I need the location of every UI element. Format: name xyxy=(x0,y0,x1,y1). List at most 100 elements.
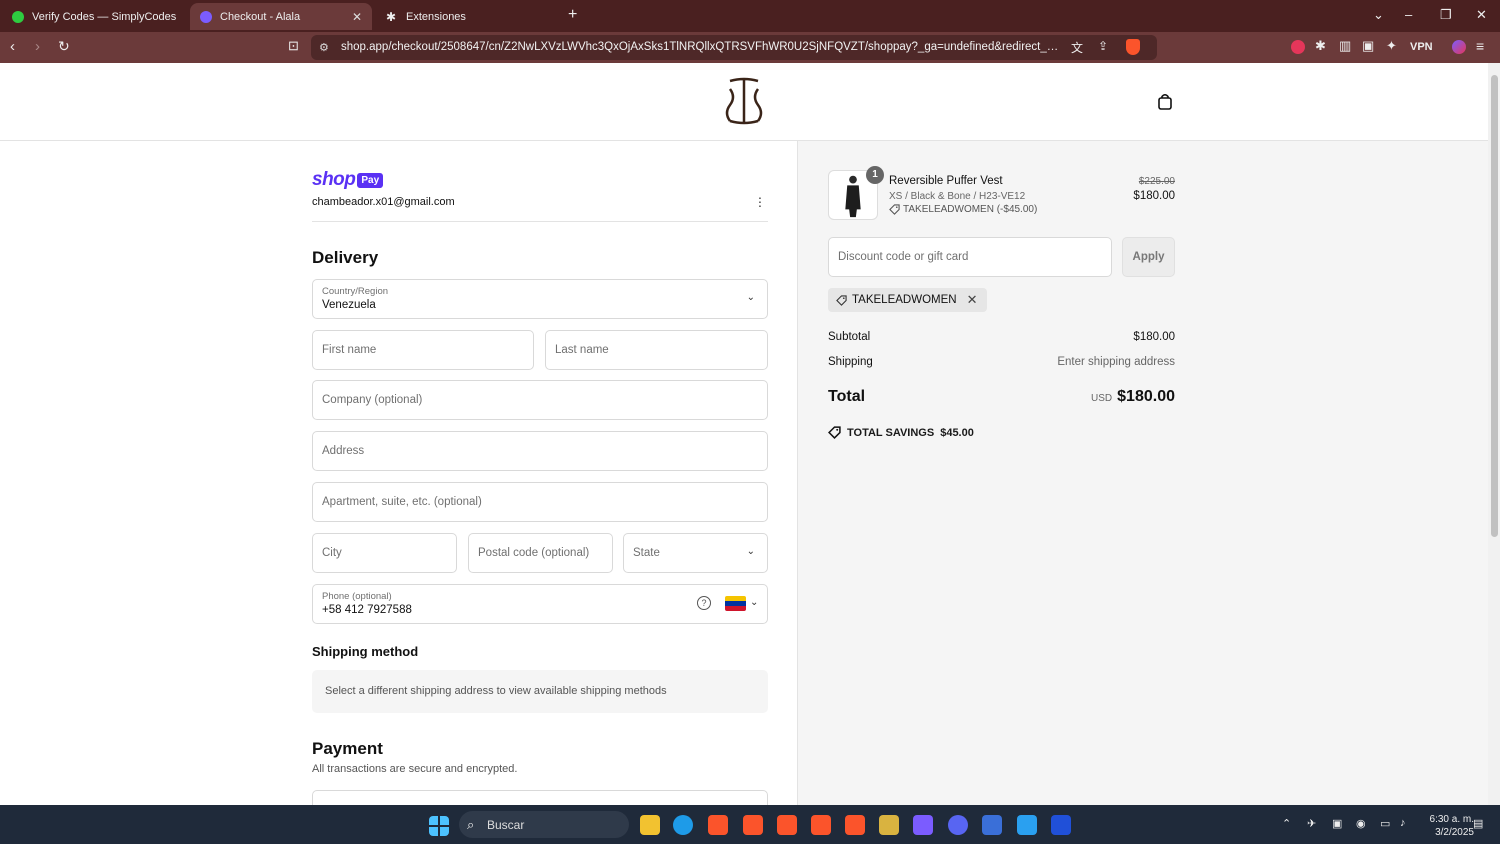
address-input[interactable]: Address xyxy=(312,431,768,471)
state-select[interactable]: State ⌄ xyxy=(623,533,768,573)
placeholder: Company (optional) xyxy=(322,394,423,406)
browser-tab-bar: Verify Codes — SimplyCodes Checkout - Al… xyxy=(0,0,1500,32)
extensions-puzzle-icon[interactable]: ✱ xyxy=(1315,38,1326,54)
edge-icon[interactable] xyxy=(673,815,693,835)
pen-app-icon[interactable] xyxy=(913,815,933,835)
windows-taskbar: ⌕ Buscar ⌃ ✈ ▣ ◉ ▭ ♪ 6:30 a. m. 3/2/2025… xyxy=(0,805,1500,844)
close-window-icon[interactable]: ✕ xyxy=(1476,7,1487,23)
payment-heading: Payment xyxy=(312,739,383,758)
more-options-icon[interactable]: · · · xyxy=(756,190,764,212)
reload-icon[interactable]: ↻ xyxy=(58,38,70,55)
total-savings: TOTAL SAVINGS $45.00 xyxy=(828,426,974,439)
volume-icon[interactable]: ♪ xyxy=(1400,817,1406,829)
country-label: Country/Region xyxy=(322,286,389,297)
extension-icon[interactable] xyxy=(1291,40,1305,54)
wallet-icon[interactable]: ▣ xyxy=(1362,38,1374,54)
tab-list-chevron-icon[interactable]: ⌄ xyxy=(1373,7,1384,23)
taskbar-search[interactable]: ⌕ Buscar xyxy=(459,811,629,838)
checkout-page: shop Pay chambeador.x01@gmail.com · · · De… xyxy=(0,63,1488,805)
system-clock[interactable]: 6:30 a. m. 3/2/2025 xyxy=(1418,813,1474,839)
chevron-down-icon[interactable]: ⌄ xyxy=(750,597,758,608)
back-icon[interactable]: ‹ xyxy=(10,38,15,55)
scrollbar-thumb[interactable] xyxy=(1491,75,1498,537)
windows-start-icon[interactable] xyxy=(429,816,449,836)
card-number-input[interactable] xyxy=(312,790,768,805)
profile-icon[interactable] xyxy=(1452,40,1466,54)
tray-chevron-icon[interactable]: ⌃ xyxy=(1282,817,1291,830)
brave-icon[interactable] xyxy=(708,815,728,835)
phone-input[interactable]: Phone (optional) +58 412 7927588 ? ⌄ xyxy=(312,584,768,624)
clock-date: 3/2/2025 xyxy=(1435,827,1474,838)
help-icon[interactable]: ? xyxy=(697,596,711,610)
tab-simplycodes[interactable]: Verify Codes — SimplyCodes xyxy=(2,3,188,30)
vpn-button[interactable]: VPN xyxy=(1410,41,1433,53)
notifications-icon[interactable]: ▤ xyxy=(1473,817,1483,830)
venezuela-flag-icon[interactable] xyxy=(725,596,746,611)
site-info-icon[interactable]: ⚙ xyxy=(319,41,329,54)
placeholder: Discount code or gift card xyxy=(838,251,969,263)
browser-toolbar: ‹ › ↻ ⊡ ⚙ shop.app/checkout/2508647/cn/Z… xyxy=(0,32,1500,63)
shipping-row: Shipping Enter shipping address xyxy=(828,356,1175,368)
country-value: Venezuela xyxy=(322,299,376,311)
first-name-input[interactable]: First name xyxy=(312,330,534,370)
file-explorer-icon[interactable] xyxy=(640,815,660,835)
page-scrollbar[interactable] xyxy=(1488,63,1500,805)
minimize-icon[interactable]: – xyxy=(1405,7,1412,22)
subtotal-label: Subtotal xyxy=(828,331,871,343)
discount-code-input[interactable]: Discount code or gift card xyxy=(828,237,1112,277)
brave-icon[interactable] xyxy=(743,815,763,835)
payment-subtitle: All transactions are secure and encrypte… xyxy=(312,763,518,775)
apartment-input[interactable]: Apartment, suite, etc. (optional) xyxy=(312,482,768,522)
total-row: Total USD $180.00 xyxy=(828,388,1175,406)
brave-shields-icon[interactable] xyxy=(1126,39,1140,55)
tab-checkout[interactable]: Checkout - Alala ✕ xyxy=(190,3,372,30)
tag-icon xyxy=(836,294,847,306)
network-icon[interactable]: ▭ xyxy=(1380,817,1390,830)
alala-logo-icon[interactable] xyxy=(722,77,766,125)
translate-icon[interactable]: 文 xyxy=(1071,39,1083,56)
tab-extensions[interactable]: ✱ Extensiones xyxy=(376,3,562,30)
leo-ai-icon[interactable]: ✦ xyxy=(1386,38,1397,54)
discord-icon[interactable] xyxy=(948,815,968,835)
remote-desktop-icon[interactable] xyxy=(1051,815,1071,835)
tray-app-icon[interactable]: ▣ xyxy=(1332,817,1342,830)
last-name-input[interactable]: Last name xyxy=(545,330,768,370)
product-discount-text: TAKELEADWOMEN (-$45.00) xyxy=(903,204,1038,215)
steam-icon[interactable]: ◉ xyxy=(1356,817,1366,830)
phone-label: Phone (optional) xyxy=(322,591,392,602)
menu-icon[interactable]: ≡ xyxy=(1476,38,1484,54)
tray-app-icon[interactable]: ✈ xyxy=(1307,817,1316,830)
shipping-note-text: Select a different shipping address to v… xyxy=(325,685,667,697)
address-bar[interactable]: ⚙ shop.app/checkout/2508647/cn/Z2NwLXVzL… xyxy=(311,35,1157,60)
brave-icon[interactable] xyxy=(777,815,797,835)
applied-code-text: TAKELEADWOMEN xyxy=(852,294,957,306)
puzzle-icon: ✱ xyxy=(386,9,397,24)
bookmark-icon[interactable]: ⊡ xyxy=(288,38,299,54)
share-icon[interactable]: ⇪ xyxy=(1098,39,1108,53)
new-tab-icon[interactable]: + xyxy=(568,6,577,24)
close-tab-icon[interactable]: ✕ xyxy=(352,10,362,24)
placeholder: Postal code (optional) xyxy=(478,547,590,559)
subtotal-value: $180.00 xyxy=(1133,331,1175,343)
postal-code-input[interactable]: Postal code (optional) xyxy=(468,533,613,573)
calculator-icon[interactable] xyxy=(982,815,1002,835)
brave-icon[interactable] xyxy=(811,815,831,835)
restore-icon[interactable]: ❐ xyxy=(1440,7,1452,23)
country-select[interactable]: Country/Region Venezuela ⌄ xyxy=(312,279,768,319)
brave-icon[interactable] xyxy=(845,815,865,835)
sidebar-icon[interactable]: ▥ xyxy=(1339,38,1351,54)
notepad-icon[interactable] xyxy=(1017,815,1037,835)
search-label: Buscar xyxy=(487,818,525,832)
remove-discount-icon[interactable]: ✕ xyxy=(967,292,978,308)
notes-app-icon[interactable] xyxy=(879,815,899,835)
placeholder: Apartment, suite, etc. (optional) xyxy=(322,496,482,508)
forward-icon[interactable]: › xyxy=(35,38,40,55)
shopping-bag-icon[interactable] xyxy=(1157,93,1173,110)
product-price: $180.00 xyxy=(1133,190,1175,202)
city-input[interactable]: City xyxy=(312,533,457,573)
search-icon: ⌕ xyxy=(467,817,475,832)
company-input[interactable]: Company (optional) xyxy=(312,380,768,420)
tab-title: Verify Codes — SimplyCodes xyxy=(32,10,177,23)
apply-button[interactable]: Apply xyxy=(1122,237,1175,277)
subtotal-row: Subtotal $180.00 xyxy=(828,331,1175,343)
